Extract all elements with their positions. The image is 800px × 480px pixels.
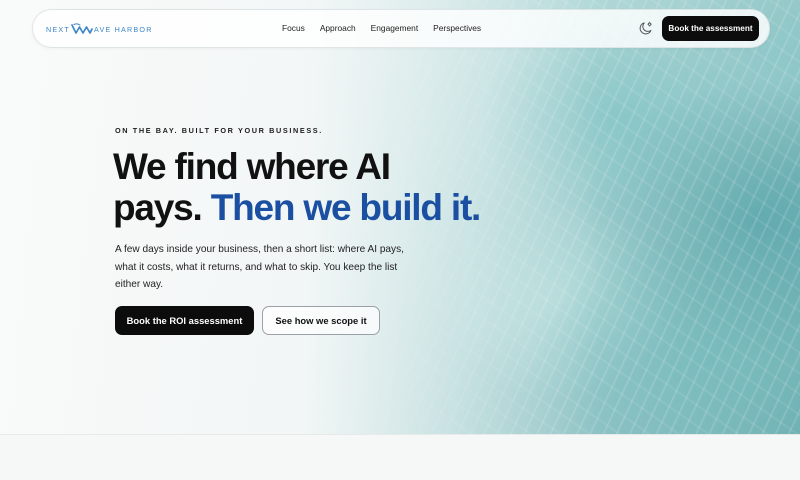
brand-name-right: AVE HARBOR bbox=[93, 24, 153, 34]
nav-link-perspectives[interactable]: Perspectives bbox=[433, 23, 481, 33]
headline-line-2-accent: Then we build it. bbox=[210, 187, 482, 228]
primary-nav: Focus Approach Engagement Perspectives bbox=[282, 23, 496, 33]
hero-eyebrow: ON THE BAY. BUILT FOR YOUR BUSINESS. bbox=[115, 126, 323, 135]
nav-link-engagement[interactable]: Engagement bbox=[371, 23, 419, 33]
site-header: NEXT AVE HARBOR Focus Approach Engagemen… bbox=[32, 9, 770, 48]
headline-line-2-plain: pays. bbox=[113, 187, 203, 228]
nav-link-focus[interactable]: Focus bbox=[282, 23, 305, 33]
nav-link-approach[interactable]: Approach bbox=[320, 23, 356, 33]
hero-headline: We find where AI pays. Then we build it. bbox=[113, 146, 573, 228]
hero-description: A few days inside your business, then a … bbox=[115, 244, 404, 290]
moon-sun-icon bbox=[639, 21, 652, 35]
book-assessment-button[interactable]: Book the assessment bbox=[662, 16, 759, 41]
next-section-band bbox=[0, 434, 800, 480]
see-scope-button[interactable]: See how we scope it bbox=[262, 306, 380, 335]
theme-toggle-button[interactable] bbox=[637, 20, 654, 37]
book-roi-assessment-button[interactable]: Book the ROI assessment bbox=[115, 306, 254, 335]
wave-w-icon bbox=[71, 23, 93, 34]
brand-name-left: NEXT bbox=[46, 24, 70, 34]
brand-logo[interactable]: NEXT AVE HARBOR bbox=[46, 22, 153, 36]
headline-line-1: We find where AI bbox=[113, 146, 391, 187]
